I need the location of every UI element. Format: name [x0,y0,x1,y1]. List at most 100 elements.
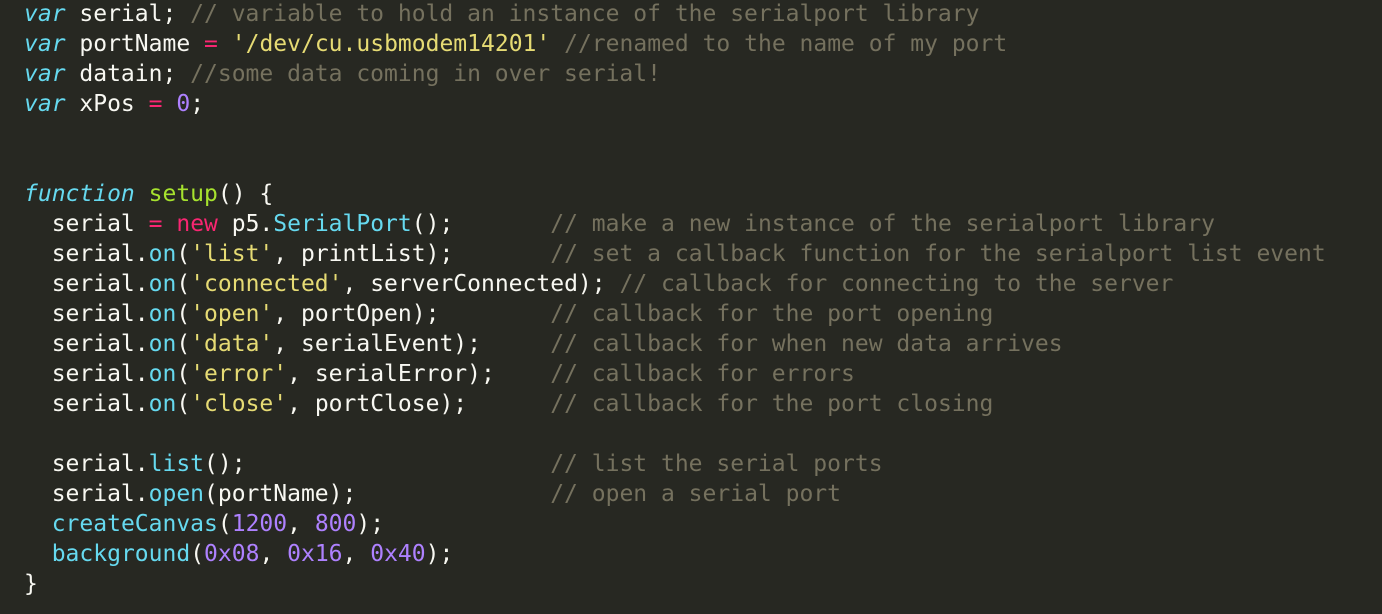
code-line[interactable]: serial.on('open', portOpen); // callback… [24,299,1382,329]
code-token: 'connected' [190,271,343,297]
code-token: ); [425,541,454,567]
code-token: datain; [65,61,191,87]
code-line[interactable]: serial.on('connected', serverConnected);… [24,269,1382,299]
code-token: xPos [65,91,149,117]
code-line[interactable]: function setup() { [24,179,1382,209]
code-token: on [148,271,177,297]
code-line[interactable]: var serial; // variable to hold an insta… [24,0,1382,29]
code-line[interactable]: createCanvas(1200, 800); [24,509,1382,539]
code-token: ( [176,331,191,357]
code-token: 'data' [190,331,274,357]
code-token: 0x16 [287,541,343,567]
code-token: ( [176,361,191,387]
code-token: , [287,511,315,537]
code-line[interactable]: var datain; //some data coming in over s… [24,59,1382,89]
code-token: 0x08 [204,541,260,567]
code-token: // set a callback function for the seria… [550,241,1326,267]
code-token: open [148,481,205,507]
code-token: , serialError); [287,361,551,387]
code-token: on [148,331,177,357]
code-token: (portName); [204,481,551,507]
code-token: , [342,541,371,567]
code-token: 'open' [190,301,274,327]
code-editor[interactable]: var serial; // variable to hold an insta… [0,0,1382,613]
code-token: serial. [24,331,149,357]
code-token: new [176,211,218,237]
code-line[interactable]: background(0x08, 0x16, 0x40); [24,539,1382,569]
code-token: 0 [176,91,191,117]
code-token: var [24,91,66,117]
code-token: serial. [24,391,149,417]
code-token: SerialPort [273,211,412,237]
code-token: = [148,91,163,117]
code-token: // callback for connecting to the server [619,271,1174,297]
code-token: = [148,211,163,237]
code-token: // variable to hold an instance of the s… [190,1,980,27]
code-token: 0x40 [370,541,426,567]
code-token: ( [176,301,191,327]
code-token: , printList); [273,241,551,267]
code-token: = [204,31,218,57]
code-token: //renamed to the name of my port [564,31,1008,57]
code-token: setup [148,181,218,207]
code-token: // open a serial port [550,481,841,507]
code-token: 'list' [190,241,274,267]
code-line[interactable] [24,119,1382,149]
code-token: ; [190,91,205,117]
code-token: serial [24,211,149,237]
code-token: var [24,1,66,27]
code-token: serial. [24,361,149,387]
code-token: serial; [65,1,191,27]
code-token: on [148,241,177,267]
code-token: ( [176,241,191,267]
code-line[interactable] [24,419,1382,449]
code-token: serial. [24,451,149,477]
code-token: 800 [314,511,357,537]
code-line[interactable]: serial.on('close', portClose); // callba… [24,389,1382,419]
code-token: // callback for when new data arrives [550,331,1063,357]
code-token: on [148,301,177,327]
code-line[interactable]: var portName = '/dev/cu.usbmodem14201' /… [24,29,1382,59]
code-token: ( [217,511,232,537]
code-token: // callback for errors [550,361,855,387]
code-token: //some data coming in over serial! [190,61,661,87]
code-token: serial. [24,241,149,267]
code-token: on [148,361,177,387]
code-token: , portClose); [287,391,551,417]
code-line[interactable]: serial.on('data', serialEvent); // callb… [24,329,1382,359]
code-token: // callback for the port opening [550,301,994,327]
code-token: list [148,451,205,477]
code-token: '/dev/cu.usbmodem14201' [231,31,551,57]
code-token: , [259,541,288,567]
code-token: , serverConnected); [342,271,620,297]
code-token: ); [356,511,385,537]
code-token: serial. [24,271,149,297]
code-token: portName [65,31,205,57]
code-token: 'close' [190,391,288,417]
code-line[interactable]: serial.on('list', printList); // set a c… [24,239,1382,269]
code-token: // callback for the port closing [550,391,994,417]
code-token: } [24,571,38,597]
code-token: , serialEvent); [273,331,551,357]
code-token: // make a new instance of the serialport… [550,211,1215,237]
code-line[interactable] [24,149,1382,179]
code-line[interactable]: serial.list(); // list the serial ports [24,449,1382,479]
code-token: , portOpen); [273,301,551,327]
code-token: background [51,541,191,567]
code-line[interactable]: serial.on('error', serialError); // call… [24,359,1382,389]
code-token: () { [217,181,274,207]
code-line[interactable]: var xPos = 0; [24,89,1382,119]
code-line[interactable]: serial.open(portName); // open a serial … [24,479,1382,509]
code-token: function [24,181,135,207]
code-line[interactable]: } [24,569,1382,599]
code-line[interactable]: serial = new p5.SerialPort(); // make a … [24,209,1382,239]
code-token: var [24,31,66,57]
code-token: ( [176,271,191,297]
